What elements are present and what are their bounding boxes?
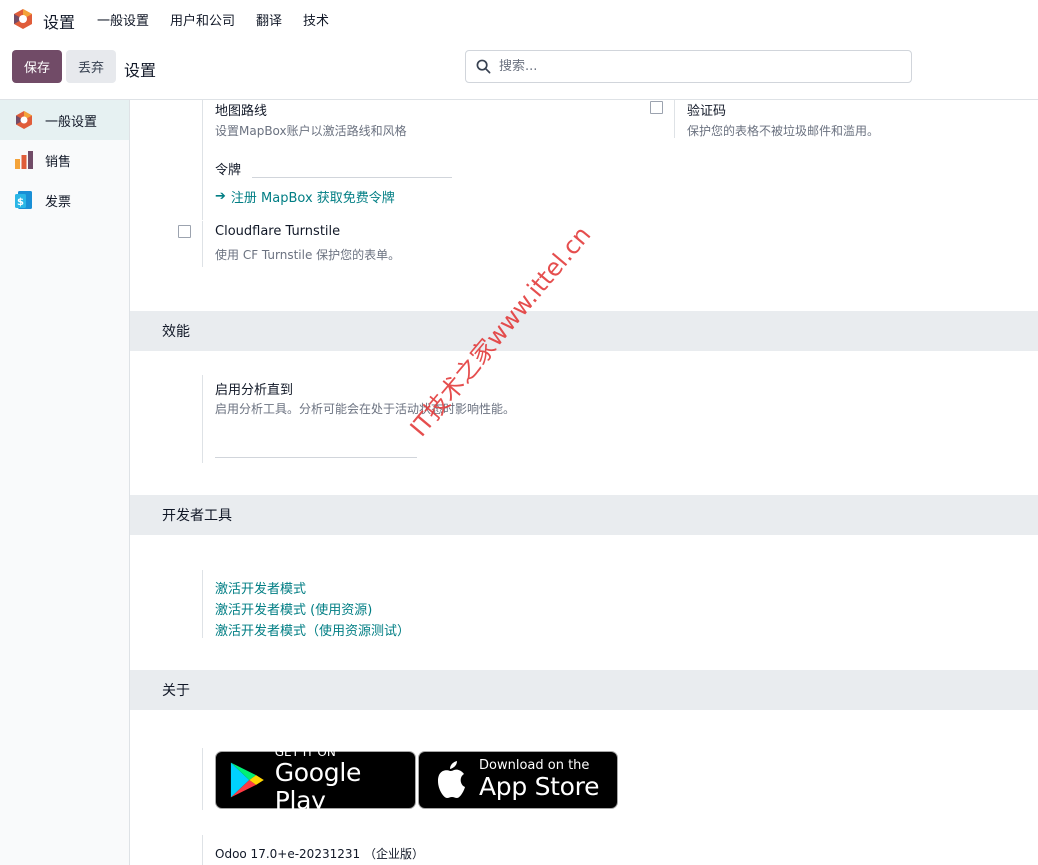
setting-divider [202,221,203,267]
setting-divider [202,100,203,220]
app-store-small-text: Download on the [479,758,590,773]
odoo-version-text: Odoo 17.0+e-20231231 （企业版） [215,847,424,861]
turnstile-checkbox[interactable] [178,225,191,238]
captcha-checkbox[interactable] [650,101,663,114]
svg-text:$: $ [17,197,24,208]
google-play-badge[interactable]: GET IT ON Google Play [215,745,416,815]
arrow-right-icon: ➔ [215,189,226,204]
section-performance-header: 效能 [130,311,1038,351]
app-store-big-text: App Store [479,772,600,801]
top-navbar: 设置 一般设置 用户和公司 翻译 技术 [0,0,1038,38]
sidebar-item-invoicing[interactable]: $ 发票 [0,180,129,220]
save-button[interactable]: 保存 [12,50,62,83]
search-icon [476,59,491,74]
setting-divider [202,835,203,865]
section-developer-tools-header: 开发者工具 [130,495,1038,535]
token-label: 令牌 [215,163,242,178]
setting-divider [202,375,203,463]
profiling-title: 启用分析直到 [215,383,294,398]
turnstile-desc: 使用 CF Turnstile 保护您的表单。 [215,248,401,262]
discard-button[interactable]: 丢弃 [66,50,116,83]
activate-developer-mode-tests-link[interactable]: 激活开发者模式（使用资源测试） [215,620,410,639]
menu-translations[interactable]: 翻译 [256,10,282,29]
turnstile-title: Cloudflare Turnstile [215,224,341,239]
activate-developer-mode-assets-link[interactable]: 激活开发者模式 (使用资源) [215,599,372,618]
app-title[interactable]: 设置 [43,9,75,33]
sidebar-item-label: 销售 [45,154,72,170]
mapbox-register-link-label: 注册 MapBox 获取免费令牌 [230,191,395,206]
google-play-small-text: GET IT ON [274,745,336,759]
token-input[interactable] [252,177,452,178]
settings-content: 地图路线 设置MapBox账户以激活路线和风格 令牌 ➔ 注册 MapBox 获… [130,100,1038,865]
google-play-icon [230,762,264,798]
map-routes-title: 地图路线 [215,104,268,119]
search-box [465,50,912,83]
sales-chart-icon [15,151,33,169]
setting-divider [674,100,675,138]
setting-divider [202,748,203,810]
captcha-desc: 保护您的表格不被垃圾邮件和滥用。 [687,124,880,138]
breadcrumb: 设置 [124,61,157,80]
sidebar-item-label: 发票 [45,194,72,210]
mapbox-register-link[interactable]: ➔ 注册 MapBox 获取免费令牌 [215,187,395,206]
top-menu: 一般设置 用户和公司 翻译 技术 [97,10,350,29]
map-routes-desc: 设置MapBox账户以激活路线和风格 [215,124,407,138]
activate-developer-mode-link[interactable]: 激活开发者模式 [215,578,306,597]
odoo-settings-logo-icon[interactable] [12,8,34,30]
app-store-badge[interactable]: Download on the App Store [418,751,618,809]
profiling-desc: 启用分析工具。分析可能会在处于活动状态时影响性能。 [215,402,516,416]
sidebar-item-general-settings[interactable]: 一般设置 [0,100,129,140]
google-play-big-text: Google Play [274,758,362,815]
menu-users-companies[interactable]: 用户和公司 [170,10,235,29]
apple-icon [438,761,465,798]
setting-divider [202,570,203,638]
sidebar-item-sales[interactable]: 销售 [0,140,129,180]
section-about-header: 关于 [130,670,1038,710]
settings-sidebar: 一般设置 销售 $ 发票 [0,100,130,865]
menu-technical[interactable]: 技术 [303,10,329,29]
search-input[interactable] [499,59,879,74]
captcha-title: 验证码 [687,104,727,119]
odoo-settings-icon [16,111,32,129]
sidebar-item-label: 一般设置 [45,114,98,130]
profiling-date-input[interactable] [215,457,417,458]
menu-general-settings[interactable]: 一般设置 [97,10,149,29]
invoice-icon: $ [15,191,32,209]
